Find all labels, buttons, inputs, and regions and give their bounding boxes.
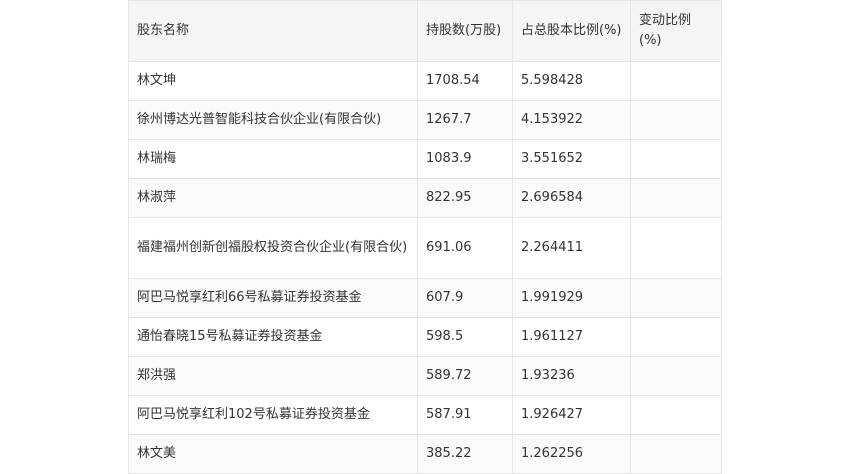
cell-name: 林文美 [128,434,418,474]
cell-ratio: 1.926427 [512,395,631,435]
cell-shares: 1708.54 [417,61,513,101]
cell-ratio: 1.961127 [512,317,631,357]
cell-ratio: 1.991929 [512,278,631,318]
cell-change [630,434,722,474]
table-row: 林文美 385.22 1.262256 [128,434,722,474]
cell-change [630,178,722,218]
cell-change [630,100,722,140]
cell-shares: 822.95 [417,178,513,218]
cell-shares: 385.22 [417,434,513,474]
table-row: 郑洪强 589.72 1.93236 [128,356,722,396]
cell-name: 通怡春晓15号私募证券投资基金 [128,317,418,357]
cell-name: 阿巴马悦享红利102号私募证券投资基金 [128,395,418,435]
shareholder-table: 股东名称 持股数(万股) 占总股本比例(%) 变动比例(%) 林文坤 1708.… [128,0,722,474]
table-row: 阿巴马悦享红利66号私募证券投资基金 607.9 1.991929 [128,278,722,318]
cell-shares: 589.72 [417,356,513,396]
table-row: 通怡春晓15号私募证券投资基金 598.5 1.961127 [128,317,722,357]
cell-change [630,278,722,318]
cell-name: 福建福州创新创福股权投资合伙企业(有限合伙) [128,217,418,279]
cell-ratio: 2.264411 [512,217,631,279]
cell-shares: 607.9 [417,278,513,318]
shareholder-table-container: 股东名称 持股数(万股) 占总股本比例(%) 变动比例(%) 林文坤 1708.… [128,0,722,474]
table-row: 林淑萍 822.95 2.696584 [128,178,722,218]
cell-change [630,139,722,179]
table-row: 林文坤 1708.54 5.598428 [128,61,722,101]
cell-shares: 691.06 [417,217,513,279]
header-shares: 持股数(万股) [417,0,513,62]
table-row: 福建福州创新创福股权投资合伙企业(有限合伙) 691.06 2.264411 [128,217,722,279]
cell-name: 郑洪强 [128,356,418,396]
header-ratio: 占总股本比例(%) [512,0,631,62]
table-row: 阿巴马悦享红利102号私募证券投资基金 587.91 1.926427 [128,395,722,435]
cell-shares: 1083.9 [417,139,513,179]
cell-ratio: 2.696584 [512,178,631,218]
cell-shares: 1267.7 [417,100,513,140]
header-shareholder-name: 股东名称 [128,0,418,62]
table-row: 徐州博达光普智能科技合伙企业(有限合伙) 1267.7 4.153922 [128,100,722,140]
cell-name: 林淑萍 [128,178,418,218]
cell-change [630,356,722,396]
table-row: 林瑞梅 1083.9 3.551652 [128,139,722,179]
cell-ratio: 4.153922 [512,100,631,140]
cell-ratio: 1.262256 [512,434,631,474]
cell-change [630,317,722,357]
cell-change [630,395,722,435]
cell-shares: 598.5 [417,317,513,357]
cell-ratio: 1.93236 [512,356,631,396]
header-row: 股东名称 持股数(万股) 占总股本比例(%) 变动比例(%) [128,0,722,62]
table-header: 股东名称 持股数(万股) 占总股本比例(%) 变动比例(%) [128,0,722,62]
cell-change [630,217,722,279]
cell-ratio: 3.551652 [512,139,631,179]
cell-name: 林文坤 [128,61,418,101]
cell-name: 林瑞梅 [128,139,418,179]
cell-change [630,61,722,101]
header-change: 变动比例(%) [630,0,722,62]
cell-name: 阿巴马悦享红利66号私募证券投资基金 [128,278,418,318]
cell-name: 徐州博达光普智能科技合伙企业(有限合伙) [128,100,418,140]
cell-shares: 587.91 [417,395,513,435]
table-body: 林文坤 1708.54 5.598428 徐州博达光普智能科技合伙企业(有限合伙… [128,61,722,474]
cell-ratio: 5.598428 [512,61,631,101]
